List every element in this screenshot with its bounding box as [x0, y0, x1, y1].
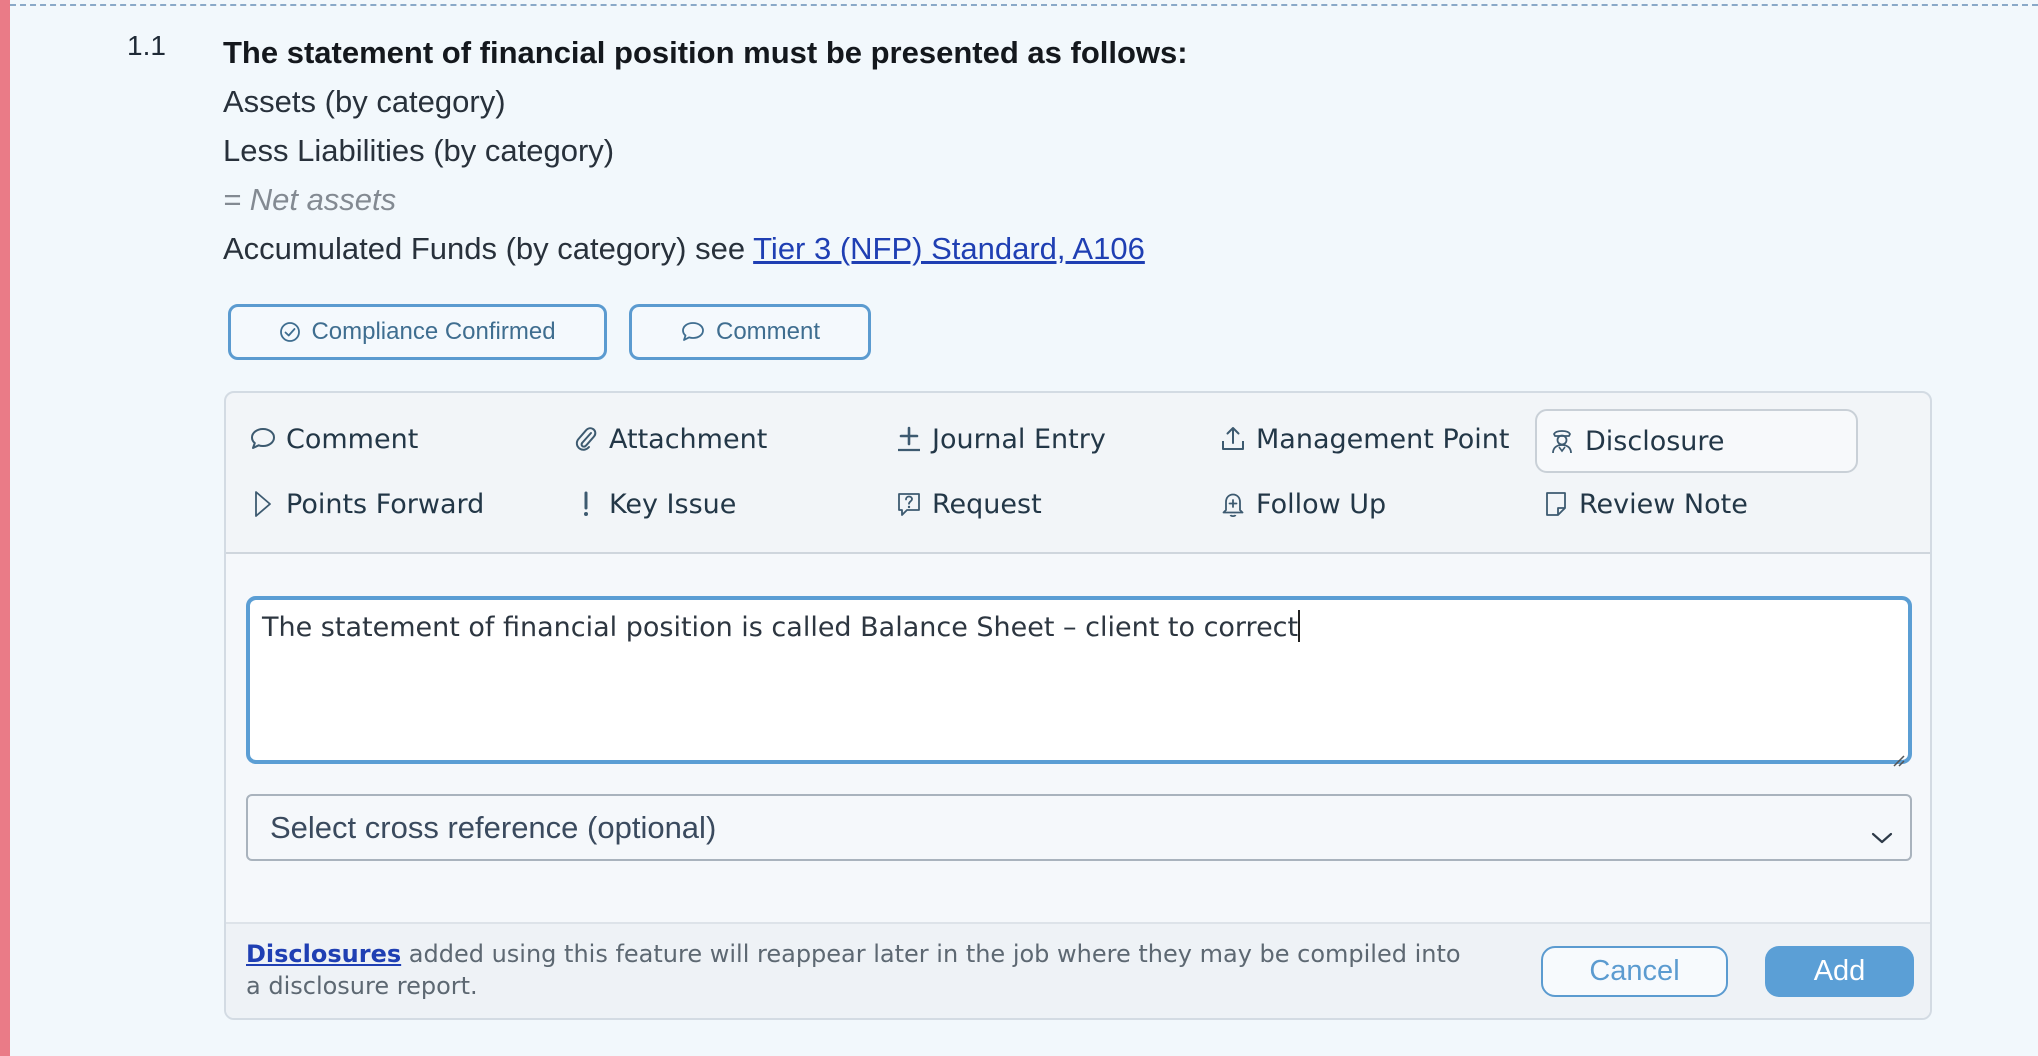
footer-info-text: added using this feature will reappear l…	[246, 940, 1461, 1000]
disclosures-link[interactable]: Disclosures	[246, 940, 401, 968]
note-type-journal-entry[interactable]: Journal Entry	[872, 409, 1172, 469]
exclamation-icon	[571, 489, 601, 519]
note-type-label: Review Note	[1579, 488, 1748, 520]
cross-reference-select[interactable]: Select cross reference (optional)	[246, 794, 1912, 861]
play-outline-icon	[248, 489, 278, 519]
note-type-comment[interactable]: Comment	[226, 409, 526, 469]
plus-underline-icon	[894, 424, 924, 454]
speech-bubble-icon	[680, 320, 716, 344]
note-type-label: Journal Entry	[932, 423, 1106, 455]
note-type-review-note[interactable]: Review Note	[1519, 474, 1839, 534]
upload-tray-icon	[1218, 424, 1248, 454]
note-type-label: Attachment	[609, 423, 768, 455]
item-title: The statement of financial position must…	[223, 35, 1188, 70]
auditor-person-icon	[1547, 426, 1577, 456]
note-text: The statement of financial position is c…	[262, 612, 1299, 643]
panel-footer: Disclosures added using this feature wil…	[226, 922, 1930, 1018]
compliance-confirmed-label: Compliance Confirmed	[311, 318, 556, 345]
note-type-label: Key Issue	[609, 488, 737, 520]
top-dashed-divider	[10, 4, 2038, 6]
note-type-follow-up[interactable]: Follow Up	[1196, 474, 1496, 534]
note-type-label: Comment	[286, 423, 419, 455]
standard-reference-link[interactable]: Tier 3 (NFP) Standard, A106	[753, 231, 1145, 266]
add-button[interactable]: Add	[1765, 946, 1914, 997]
note-panel: Comment Attachment Journal Entry Managem…	[224, 391, 1932, 1020]
item-line-liabilities: Less Liabilities (by category)	[223, 133, 615, 168]
question-bubble-icon	[894, 489, 924, 519]
check-circle-icon	[279, 321, 311, 343]
note-type-points-forward[interactable]: Points Forward	[226, 474, 526, 534]
note-type-key-issue[interactable]: Key Issue	[549, 474, 849, 534]
note-type-label: Points Forward	[286, 488, 485, 520]
item-line-net-assets: = Net assets	[223, 182, 397, 217]
note-type-label: Management Point	[1256, 423, 1510, 455]
note-type-label: Request	[932, 488, 1042, 520]
item-line-assets: Assets (by category)	[223, 84, 506, 119]
note-type-attachment[interactable]: Attachment	[549, 409, 849, 469]
note-type-request[interactable]: Request	[872, 474, 1172, 534]
note-type-management-point[interactable]: Management Point	[1196, 409, 1516, 469]
note-textarea[interactable]: The statement of financial position is c…	[246, 596, 1912, 767]
note-type-label: Follow Up	[1256, 488, 1387, 520]
note-form: The statement of financial position is c…	[226, 554, 1930, 924]
note-type-disclosure[interactable]: Disclosure	[1535, 409, 1858, 473]
item-number: 1.1	[127, 30, 166, 61]
comment-button[interactable]: Comment	[629, 304, 871, 360]
text-caret	[1298, 610, 1301, 642]
footer-info: Disclosures added using this feature wil…	[246, 938, 1476, 1002]
left-accent-bar	[0, 0, 10, 1056]
bell-plus-icon	[1218, 489, 1248, 519]
cancel-button[interactable]: Cancel	[1541, 946, 1728, 997]
accumulated-text: Accumulated Funds (by category) see	[223, 231, 754, 266]
cross-reference-placeholder: Select cross reference (optional)	[270, 809, 717, 845]
resize-grip-icon[interactable]	[1891, 743, 1905, 767]
paperclip-icon	[571, 424, 601, 454]
note-type-label: Disclosure	[1585, 425, 1725, 457]
speech-bubble-icon	[248, 424, 278, 454]
comment-button-label: Comment	[715, 318, 821, 345]
item-line-accumulated: Accumulated Funds (by category) see Tier…	[223, 224, 1188, 273]
item-content: The statement of financial position must…	[223, 28, 1188, 273]
note-page-icon	[1541, 489, 1571, 519]
chevron-down-icon	[1870, 818, 1894, 854]
compliance-confirmed-button[interactable]: Compliance Confirmed	[228, 304, 607, 360]
